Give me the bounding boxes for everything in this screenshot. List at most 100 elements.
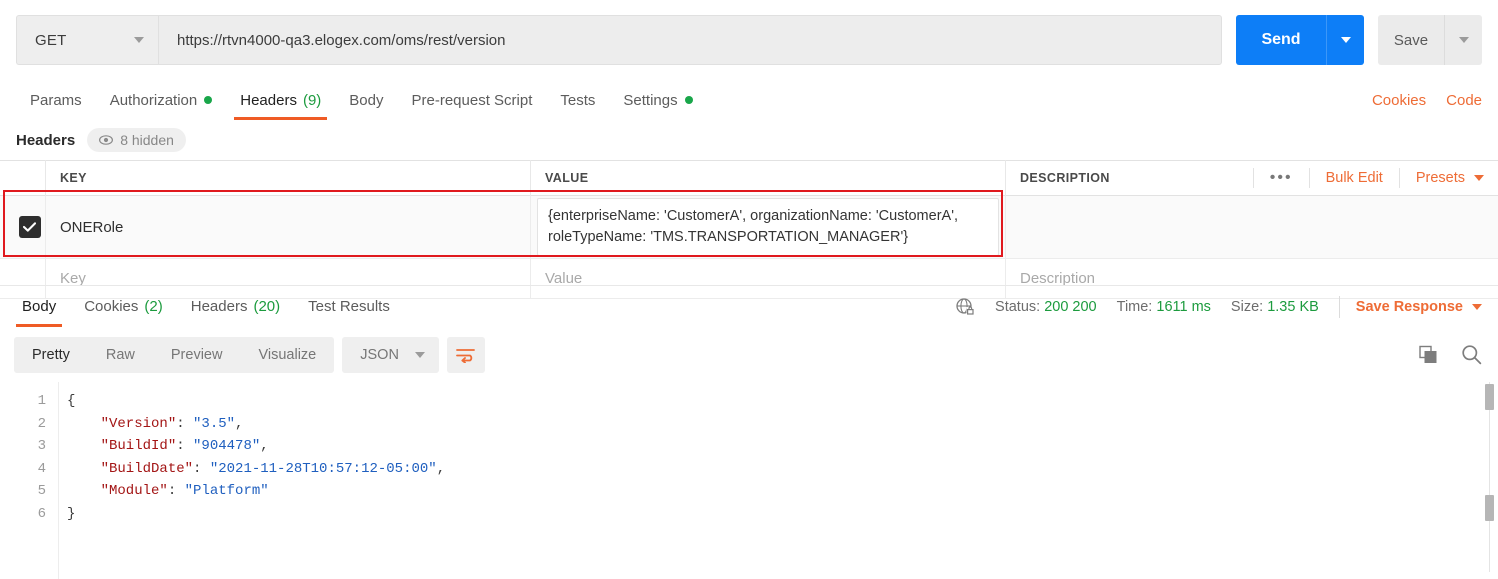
- chevron-down-icon: [1340, 37, 1351, 43]
- headers-table-actions: ••• Bulk Edit Presets: [1252, 160, 1498, 196]
- send-button[interactable]: Send: [1236, 15, 1326, 65]
- request-tab-bar-actions: Cookies Code: [1372, 92, 1498, 109]
- size-label: Size:: [1230, 298, 1264, 315]
- cookies-link[interactable]: Cookies: [1372, 92, 1426, 109]
- http-method-label: GET: [35, 31, 67, 49]
- time-group: Time: 1611 ms: [1117, 299, 1211, 315]
- presets-label: Presets: [1415, 170, 1465, 186]
- response-format-selector[interactable]: JSON: [342, 337, 439, 373]
- json-code-content[interactable]: { "Version": "3.5", "BuildId": "904478",…: [58, 382, 1498, 579]
- size-group: Size: 1.35 KB: [1231, 299, 1319, 315]
- code-link[interactable]: Code: [1446, 92, 1482, 109]
- vertical-scrollbar-thumb-secondary[interactable]: [1485, 495, 1494, 521]
- header-value-input[interactable]: {enterpriseName: 'CustomerA', organizati…: [537, 198, 999, 256]
- vertical-scrollbar-thumb[interactable]: [1485, 384, 1494, 410]
- request-url-bar: GET https://rtvn4000-qa3.elogex.com/oms/…: [0, 0, 1498, 80]
- json-code-text: { "Version": "3.5", "BuildId": "904478",…: [67, 393, 446, 522]
- view-pretty[interactable]: Pretty: [14, 337, 88, 373]
- table-row: ONERole {enterpriseName: 'CustomerA', or…: [0, 196, 1498, 259]
- request-tab-bar: Params Authorization Headers (9) Body Pr…: [0, 80, 1498, 120]
- hidden-headers-label: 8 hidden: [120, 132, 174, 148]
- tab-count: (2): [144, 298, 163, 315]
- headers-table: KEY VALUE DESCRIPTION ••• Bulk Edit Pres…: [0, 160, 1498, 299]
- presets-button[interactable]: Presets: [1398, 168, 1484, 188]
- tab-label: Pre-request Script: [411, 91, 533, 109]
- hidden-headers-toggle[interactable]: 8 hidden: [87, 128, 186, 152]
- header-key-cell[interactable]: ONERole: [45, 196, 530, 258]
- time-value: 1611 ms: [1156, 298, 1211, 315]
- row-checkbox-cell: [0, 196, 45, 258]
- row-checkbox[interactable]: [18, 216, 41, 238]
- tab-label: Authorization: [109, 91, 198, 109]
- save-options-button[interactable]: [1444, 15, 1482, 65]
- response-view-switcher: Pretty Raw Preview Visualize: [14, 337, 335, 373]
- chevron-down-icon: [1458, 37, 1469, 43]
- more-options-icon[interactable]: •••: [1252, 168, 1309, 188]
- response-tab-test-results[interactable]: Test Results: [294, 287, 404, 327]
- time-label: Time:: [1116, 298, 1153, 315]
- status-group: Status: 200 200: [995, 299, 1097, 315]
- tab-label: Test Results: [308, 298, 390, 315]
- tab-count: (9): [302, 91, 322, 109]
- tab-tests[interactable]: Tests: [546, 80, 609, 120]
- send-options-button[interactable]: [1326, 15, 1364, 65]
- column-header-value: VALUE: [530, 160, 1005, 196]
- tab-label: Body: [22, 298, 57, 315]
- save-button[interactable]: Save: [1378, 15, 1444, 65]
- column-header-key: KEY: [45, 160, 530, 196]
- response-tab-headers[interactable]: Headers (20): [177, 287, 294, 327]
- tab-label: Settings: [623, 91, 678, 109]
- line-number-gutter: 1 2 3 4 5 6: [0, 382, 58, 579]
- response-body-icon-actions: [1419, 344, 1482, 365]
- select-all-cell: [0, 160, 45, 196]
- tab-params[interactable]: Params: [16, 80, 96, 120]
- line-numbers: 1 2 3 4 5 6: [37, 393, 46, 522]
- response-tab-body[interactable]: Body: [8, 287, 70, 327]
- word-wrap-icon: [456, 348, 476, 363]
- tab-label: Tests: [560, 91, 596, 109]
- chevron-down-icon: [134, 37, 144, 43]
- tab-pre-request-script[interactable]: Pre-request Script: [398, 80, 547, 120]
- headers-subbar: Headers 8 hidden: [0, 122, 1498, 158]
- header-description-cell[interactable]: [1005, 196, 1498, 258]
- tab-label: Cookies: [84, 298, 139, 315]
- word-wrap-button[interactable]: [446, 337, 485, 373]
- vertical-scrollbar-track[interactable]: [1489, 382, 1490, 572]
- headers-table-head: KEY VALUE DESCRIPTION ••• Bulk Edit Pres…: [0, 160, 1498, 196]
- save-response-label: Save Response: [1355, 298, 1463, 315]
- tab-label: Body: [349, 91, 384, 109]
- bulk-edit-button[interactable]: Bulk Edit: [1308, 168, 1399, 188]
- chevron-down-icon: [1474, 175, 1484, 181]
- view-visualize[interactable]: Visualize: [240, 337, 334, 373]
- tab-count: (20): [253, 298, 281, 315]
- http-method-selector[interactable]: GET: [16, 15, 158, 65]
- tab-settings[interactable]: Settings: [609, 80, 706, 120]
- chevron-down-icon: [1472, 303, 1482, 310]
- tab-headers[interactable]: Headers (9): [226, 80, 335, 120]
- view-preview[interactable]: Preview: [153, 337, 241, 373]
- globe-lock-icon[interactable]: [956, 297, 975, 316]
- url-input[interactable]: https://rtvn4000-qa3.elogex.com/oms/rest…: [158, 15, 1222, 65]
- status-value: 200 200: [1044, 298, 1097, 315]
- status-dot-icon: [204, 96, 213, 104]
- response-meta-bar: Status: 200 200 Time: 1611 ms Size: 1.35…: [956, 295, 1498, 318]
- tab-body[interactable]: Body: [335, 80, 397, 120]
- response-body-viewer: 1 2 3 4 5 6 { "Version": "3.5", "BuildId…: [0, 382, 1498, 579]
- response-tab-bar: Body Cookies (2) Headers (20) Test Resul…: [0, 285, 1498, 327]
- headers-title: Headers: [16, 131, 76, 149]
- save-button-group: Save: [1378, 15, 1482, 65]
- save-response-button[interactable]: Save Response: [1338, 295, 1482, 318]
- search-icon[interactable]: [1461, 344, 1482, 365]
- chevron-down-icon: [414, 352, 425, 358]
- copy-icon[interactable]: [1419, 345, 1439, 365]
- response-tab-cookies[interactable]: Cookies (2): [70, 287, 177, 327]
- tab-label: Headers: [190, 298, 248, 315]
- view-raw[interactable]: Raw: [88, 337, 153, 373]
- tab-authorization[interactable]: Authorization: [96, 80, 227, 120]
- response-body-toolbar: Pretty Raw Preview Visualize JSON: [14, 337, 485, 373]
- size-value: 1.35 KB: [1267, 298, 1319, 315]
- status-label: Status:: [995, 298, 1041, 315]
- tab-label: Params: [30, 91, 82, 109]
- tab-label: Headers: [240, 91, 297, 109]
- response-format-label: JSON: [360, 347, 399, 363]
